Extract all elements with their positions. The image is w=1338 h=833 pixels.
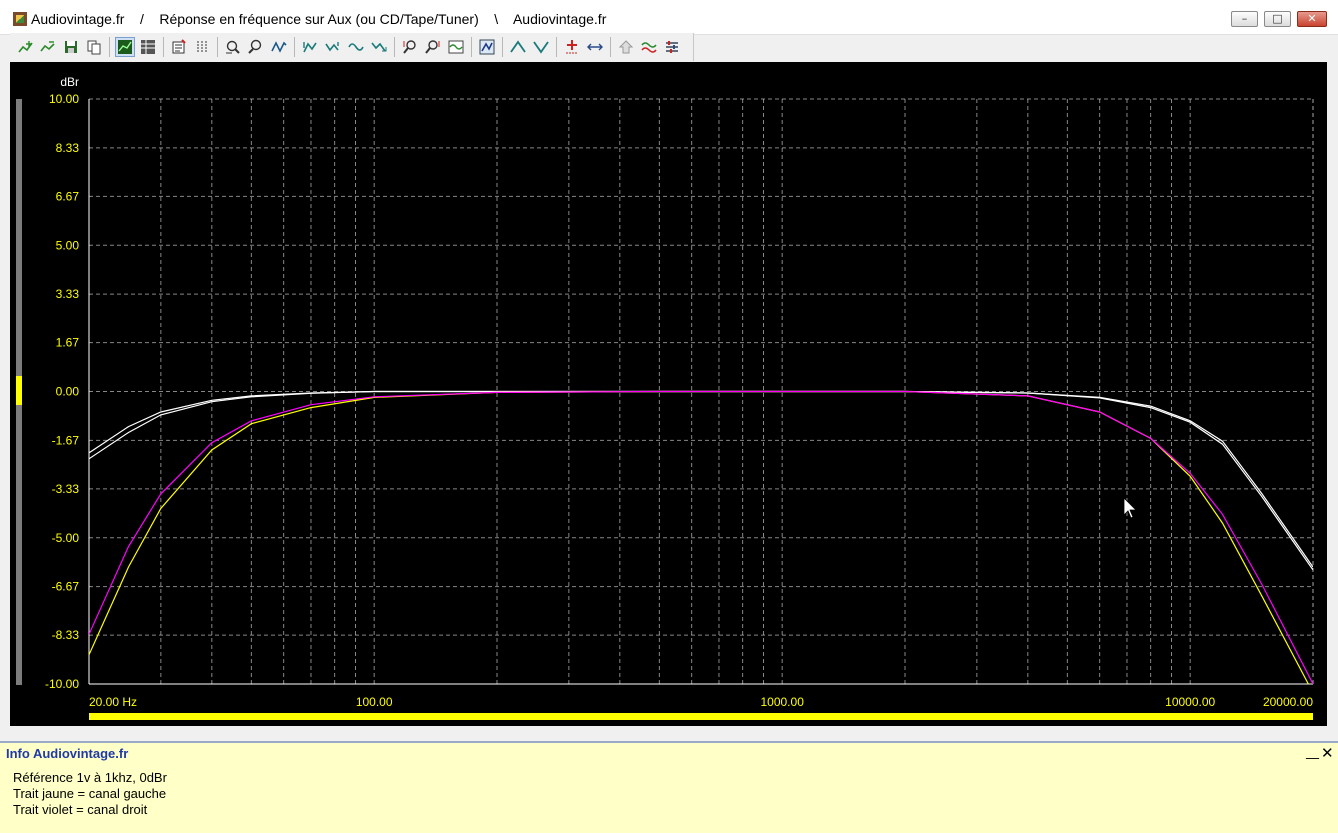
- y-tick-label: 5.00: [56, 238, 80, 252]
- y-tick-label: 1.67: [56, 336, 80, 350]
- mouse-cursor-icon: [1123, 497, 1137, 519]
- y-tick-label: 3.33: [56, 287, 80, 301]
- y-tick-label: -6.67: [52, 580, 80, 594]
- x-tick-label: 1000.00: [760, 695, 804, 709]
- frequency-response-chart[interactable]: 10.00 8.33 6.67 5.00 3.33 1.67 0.00 -1.67 -3.33 -…: [0, 0, 1338, 741]
- series-line: [89, 390, 1310, 684]
- y-tick-label: -3.33: [52, 482, 80, 496]
- info-line: Trait jaune = canal gauche: [13, 786, 167, 801]
- x-tick-label: 20.00 Hz: [89, 695, 137, 709]
- x-tick-label: 10000.00: [1165, 695, 1215, 709]
- info-close-icon[interactable]: ✕: [1321, 744, 1334, 762]
- y-tick-label: -10.00: [45, 677, 79, 691]
- info-title: Info Audiovintage.fr: [6, 746, 129, 761]
- y-tick-label: 8.33: [56, 141, 80, 155]
- info-panel: Info Audiovintage.fr __ ✕ Référence 1v à…: [0, 741, 1338, 833]
- info-line: Référence 1v à 1khz, 0dBr: [13, 770, 167, 785]
- y-tick-label: 10.00: [49, 92, 79, 106]
- x-tick-label: 20000.00: [1263, 695, 1313, 709]
- x-tick-label: 100.00: [356, 695, 393, 709]
- info-line: Trait violet = canal droit: [13, 802, 148, 817]
- y-tick-label: -5.00: [52, 531, 80, 545]
- y-tick-label: -1.67: [52, 433, 80, 447]
- y-tick-label: -8.33: [52, 628, 80, 642]
- y-tick-label: 6.67: [56, 189, 80, 203]
- y-axis-unit-label: dBr: [60, 75, 79, 89]
- info-minimize-icon[interactable]: __: [1306, 745, 1319, 760]
- y-tick-label: 0.00: [56, 385, 80, 399]
- frequency-range-bar: [89, 713, 1313, 720]
